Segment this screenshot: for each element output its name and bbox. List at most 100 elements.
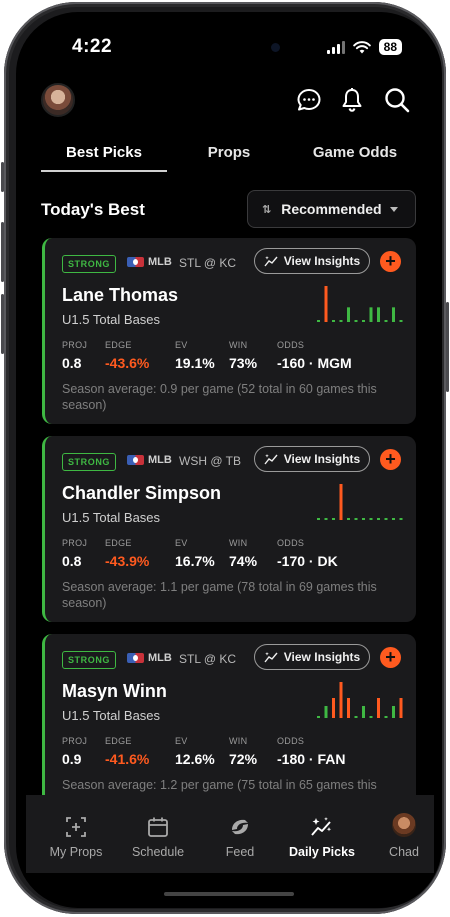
volume-up-button (1, 222, 4, 282)
wifi-icon (352, 40, 371, 53)
stat-edge: EDGE -43.9% (105, 538, 149, 569)
matchup: WSH @ TB (179, 454, 241, 468)
league-name: MLB (148, 652, 172, 664)
stat-proj: PROJ 0.8 (62, 340, 87, 371)
stat-label: EV (175, 340, 188, 350)
nav-schedule[interactable]: Schedule (118, 795, 198, 873)
league-label: MLB (127, 652, 172, 664)
stat-value: 74% (229, 553, 258, 569)
nav-daily-picks[interactable]: Daily Picks (282, 795, 362, 873)
stat-value: -41.6% (105, 751, 150, 767)
tab-best-picks[interactable]: Best Picks (41, 144, 167, 161)
spark-bar (377, 307, 380, 322)
pick-card[interactable]: STRONG MLB STL @ KC View Insights + Lane… (42, 238, 416, 424)
add-pick-button[interactable]: + (380, 251, 401, 272)
spark-bar (362, 320, 365, 322)
stat-ev: EV 16.7% (175, 538, 215, 569)
view-insights-button[interactable]: View Insights (254, 248, 370, 274)
stat-value: 19.1% (175, 355, 215, 371)
strength-badge: STRONG (62, 255, 116, 273)
calendar-icon (148, 817, 168, 837)
stat-value: 72% (229, 751, 258, 767)
spark-bar (399, 698, 403, 718)
battery-indicator: 88 (378, 39, 402, 55)
league-name: MLB (148, 454, 172, 466)
stats-row: PROJ 0.8 EDGE -43.6% EV 19.1% WIN 73% OD… (62, 340, 402, 376)
stat-value: 0.8 (62, 355, 82, 371)
view-insights-button[interactable]: View Insights (254, 644, 370, 670)
stat-label: EDGE (105, 736, 132, 746)
league-name: MLB (148, 256, 172, 268)
stat-label: ODDS (277, 538, 305, 548)
mlb-logo-icon (127, 653, 144, 663)
nav-my-props[interactable]: My Props (36, 795, 116, 873)
nav-label: Schedule (131, 845, 185, 859)
spark-bar (354, 716, 358, 718)
add-square-icon (66, 817, 86, 837)
tab-props[interactable]: Props (179, 144, 279, 161)
stat-value: -180 · FAN (277, 751, 346, 767)
season-average: Season average: 1.1 per game (78 total i… (62, 580, 377, 610)
action-button (1, 162, 4, 192)
pick-card[interactable]: STRONG MLB STL @ KC View Insights + Masy… (42, 634, 416, 820)
sort-label: Recommended (281, 201, 382, 217)
view-insights-label: View Insights (283, 254, 361, 268)
spark-bar (324, 286, 328, 322)
spark-bar (317, 716, 320, 718)
stat-value: -170 · DK (277, 553, 338, 569)
avatar (392, 813, 416, 837)
phone-frame: 4:22 88 Best Picks Props Game Odds Today… (1, 2, 449, 914)
stat-value: 12.6% (175, 751, 215, 767)
spark-bar (332, 320, 335, 322)
spark-bar (369, 518, 373, 520)
market-line: U1.5 Total Bases (62, 510, 161, 525)
tab-game-odds[interactable]: Game Odds (293, 144, 417, 161)
spark-bar (384, 716, 388, 718)
tab-bar: Best Picks Props Game Odds (41, 144, 417, 174)
stat-label: PROJ (62, 538, 88, 548)
stat-value: -43.6% (105, 355, 150, 371)
search-icon[interactable] (383, 86, 411, 114)
strength-badge: STRONG (62, 453, 116, 471)
spark-bar (332, 698, 335, 718)
add-pick-button[interactable]: + (380, 647, 401, 668)
stat-odds: ODDS -180 · FAN (277, 736, 345, 767)
power-button (446, 302, 449, 392)
spark-bar (384, 518, 388, 520)
spark-bar (362, 518, 365, 520)
spark-bar (339, 682, 343, 718)
stat-label: PROJ (62, 736, 88, 746)
stat-win: WIN 74% (229, 538, 257, 569)
spark-bar (339, 484, 343, 520)
spark-bar (384, 320, 388, 322)
stat-odds: ODDS -170 · DK (277, 538, 338, 569)
stat-label: EV (175, 538, 188, 548)
stat-value: 73% (229, 355, 258, 371)
stat-label: ODDS (277, 340, 305, 350)
volume-down-button (1, 294, 4, 354)
view-insights-button[interactable]: View Insights (254, 446, 370, 472)
nav-feed[interactable]: Feed (200, 795, 280, 873)
section-title: Today's Best (41, 200, 145, 219)
add-pick-button[interactable]: + (380, 449, 401, 470)
stat-win: WIN 72% (229, 736, 257, 767)
stat-label: WIN (229, 736, 248, 746)
stats-row: PROJ 0.8 EDGE -43.9% EV 16.7% WIN 74% OD… (62, 538, 402, 574)
stat-proj: PROJ 0.8 (62, 538, 87, 569)
matchup: STL @ KC (179, 256, 237, 270)
player-name: Masyn Winn (62, 681, 167, 701)
bell-icon[interactable] (338, 86, 366, 114)
spark-bar (339, 320, 343, 322)
stat-value: 0.8 (62, 553, 82, 569)
profile-avatar[interactable] (41, 83, 75, 117)
nav-profile[interactable]: Chad (364, 795, 442, 873)
spark-bar (392, 307, 395, 322)
chat-icon[interactable] (295, 86, 323, 114)
stat-value: 16.7% (175, 553, 215, 569)
mlb-logo-icon (127, 257, 144, 267)
pick-card[interactable]: STRONG MLB WSH @ TB View Insights + Chan… (42, 436, 416, 622)
sort-dropdown[interactable]: ⇅ Recommended (247, 190, 416, 228)
chevron-down-icon (389, 206, 398, 212)
stat-label: WIN (229, 340, 248, 350)
feed-logo-icon (232, 819, 248, 835)
